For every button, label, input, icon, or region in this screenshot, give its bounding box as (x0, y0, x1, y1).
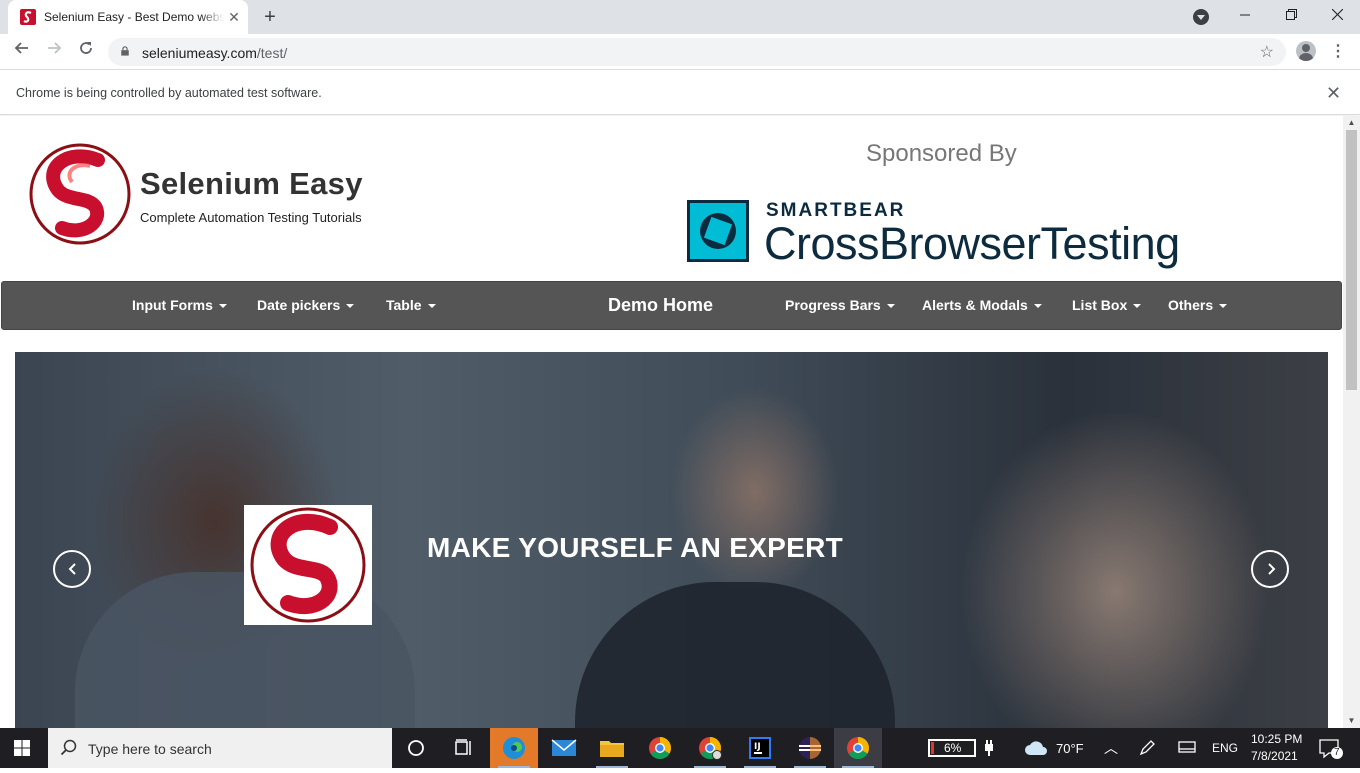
taskbar-search-box[interactable]: Type here to search (48, 728, 392, 768)
scroll-thumb[interactable] (1346, 130, 1357, 390)
power-plug-icon (985, 740, 993, 756)
input-language[interactable]: ENG (1212, 741, 1238, 755)
windows-start-icon[interactable] (14, 740, 30, 756)
weather-cloud-icon[interactable] (1024, 740, 1048, 756)
nav-demo-home[interactable]: Demo Home (608, 282, 713, 329)
intellij-icon[interactable]: IJ (736, 728, 784, 768)
chrome-icon[interactable] (636, 728, 684, 768)
task-view-icon[interactable] (440, 728, 488, 768)
nav-list-box[interactable]: List Box (1072, 282, 1142, 329)
address-bar[interactable]: seleniumeasy.com/test/ ☆ (108, 38, 1286, 66)
tab-close-icon[interactable]: ✕ (225, 8, 243, 26)
new-tab-button[interactable]: + (258, 5, 282, 29)
reload-button[interactable] (74, 40, 98, 64)
notification-count-badge: 7 (1331, 747, 1343, 759)
file-explorer-icon[interactable] (588, 728, 636, 768)
tray-expand-icon[interactable]: ︿ (1104, 738, 1118, 758)
hero-logo (244, 505, 372, 625)
forward-button[interactable] (42, 40, 66, 64)
eclipse-icon[interactable] (786, 728, 834, 768)
windows-taskbar: Type here to search IJ 6% 70°F ︿ ENG 10:… (0, 728, 1360, 768)
profile-avatar-icon[interactable] (1296, 41, 1316, 61)
clock-date[interactable]: 7/8/2021 (1251, 749, 1298, 763)
selenium-easy-logo-icon[interactable] (28, 142, 132, 246)
page-viewport: Selenium Easy Complete Automation Testin… (0, 116, 1343, 728)
pen-icon[interactable] (1138, 739, 1156, 757)
nav-table[interactable]: Table (386, 282, 436, 329)
reload-icon (80, 42, 92, 54)
caret-down-icon (1033, 304, 1042, 309)
nav-others[interactable]: Others (1168, 282, 1228, 329)
cortana-icon[interactable] (392, 728, 440, 768)
minimize-button[interactable] (1222, 0, 1268, 32)
carousel-prev-button[interactable] (53, 550, 91, 588)
chevron-right-icon (1268, 563, 1276, 575)
brand-tagline: Complete Automation Testing Tutorials (140, 210, 362, 225)
browser-titlebar: Selenium Easy - Best Demo website ✕ + (0, 0, 1360, 34)
url-text: seleniumeasy.com/test/ (142, 45, 288, 61)
forward-arrow-icon (48, 42, 62, 54)
selenium-favicon-icon (20, 9, 36, 25)
caret-down-icon (346, 304, 355, 309)
chrome-automation-icon[interactable] (686, 728, 734, 768)
battery-indicator[interactable]: 6% (928, 739, 976, 757)
weather-temperature[interactable]: 70°F (1056, 741, 1084, 756)
brand-name[interactable]: Selenium Easy (140, 166, 363, 202)
browser-toolbar: seleniumeasy.com/test/ ☆ (0, 34, 1360, 70)
mail-icon[interactable] (540, 728, 588, 768)
nav-alerts-modals[interactable]: Alerts & Modals (922, 282, 1042, 329)
search-icon (60, 739, 77, 756)
carousel-next-button[interactable] (1251, 550, 1289, 588)
clock-time[interactable]: 10:25 PM (1251, 732, 1302, 746)
infobar-text: Chrome is being controlled by automated … (16, 86, 322, 100)
sponsor-label: Sponsored By (866, 140, 1017, 167)
hero-heading: MAKE YOURSELF AN EXPERT (427, 532, 844, 563)
caret-down-icon (886, 304, 895, 309)
tab-title: Selenium Easy - Best Demo website (44, 10, 224, 24)
nav-progress-bars[interactable]: Progress Bars (785, 282, 895, 329)
chrome-menu-icon[interactable]: ⋮ (1328, 40, 1348, 64)
chevron-left-icon (68, 563, 76, 575)
network-icon[interactable] (1178, 740, 1196, 756)
caret-down-icon (427, 304, 436, 309)
back-button[interactable] (10, 40, 34, 64)
lock-icon (121, 46, 129, 56)
selenium-s-logo-icon (250, 507, 366, 623)
close-window-button[interactable] (1314, 0, 1360, 32)
crossbrowsertesting-logo-icon[interactable] (687, 200, 749, 262)
page-scrollbar[interactable]: ▲ ▼ (1343, 116, 1360, 728)
restore-button[interactable] (1268, 0, 1314, 32)
caret-down-icon (1219, 304, 1228, 309)
infobar-close-icon[interactable]: ✕ (1326, 83, 1341, 104)
bookmark-star-icon[interactable]: ☆ (1260, 42, 1274, 62)
battery-fill (931, 742, 934, 754)
nav-input-forms[interactable]: Input Forms (132, 282, 227, 329)
battery-percent: 6% (944, 741, 962, 755)
main-navbar: Input Forms Date pickers Table Demo Home… (1, 281, 1342, 330)
caret-down-icon (1133, 304, 1142, 309)
automation-infobar: Chrome is being controlled by automated … (0, 71, 1360, 115)
scroll-up-icon[interactable]: ▲ (1343, 116, 1360, 130)
taskbar-search-placeholder: Type here to search (88, 741, 212, 757)
browser-tab[interactable]: Selenium Easy - Best Demo website ✕ (8, 0, 248, 34)
chrome-active-icon[interactable] (834, 728, 882, 768)
caret-down-icon (218, 304, 227, 309)
edge-icon[interactable] (490, 728, 538, 768)
tab-search-icon[interactable] (1193, 9, 1209, 25)
back-arrow-icon (14, 42, 28, 54)
scroll-down-icon[interactable]: ▼ (1343, 714, 1360, 728)
sponsor-product[interactable]: CrossBrowserTesting (764, 218, 1180, 270)
svg-text:IJ: IJ (754, 742, 761, 752)
nav-date-pickers[interactable]: Date pickers (257, 282, 355, 329)
hero-carousel: MAKE YOURSELF AN EXPERT (15, 352, 1328, 728)
